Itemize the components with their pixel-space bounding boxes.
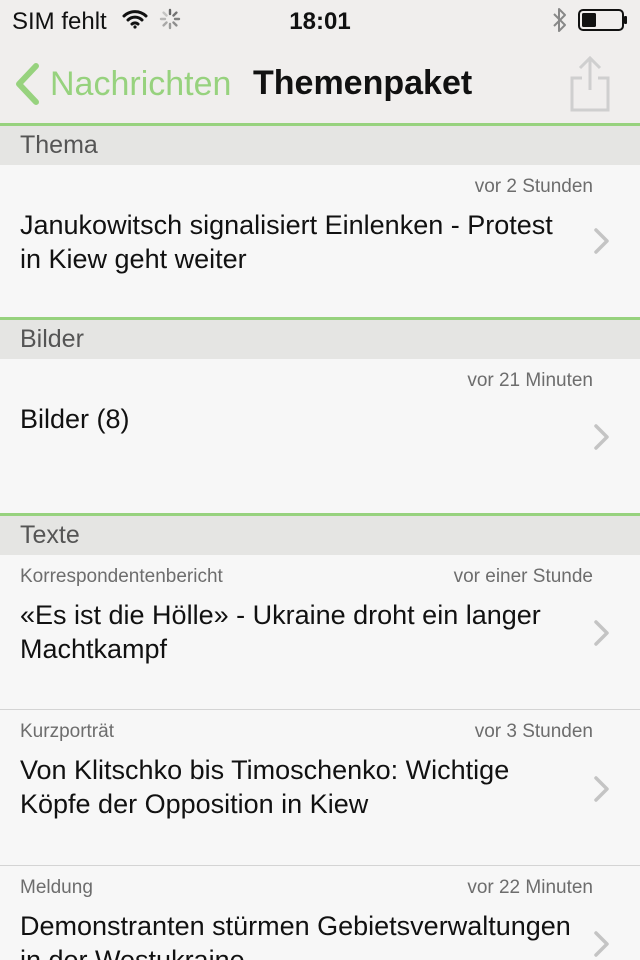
item-category: Kurzporträt [20, 721, 114, 742]
section-header-texte: Texte [0, 516, 640, 555]
item-title: Bilder (8) [20, 404, 130, 434]
list-item[interactable]: Korrespondentenbericht vor einer Stunde … [0, 555, 640, 709]
chevron-left-icon [16, 63, 39, 105]
list-item[interactable]: Kurzporträt vor 3 Stunden Von Klitschko … [0, 710, 640, 865]
navigation-bar: Nachrichten Themenpaket [0, 40, 640, 126]
item-timestamp: vor einer Stunde [453, 566, 593, 587]
list-item[interactable]: vor 21 Minuten Bilder (8) [0, 359, 640, 513]
item-title: «Es ist die Hölle» - Ukraine droht ein l… [20, 600, 541, 664]
chevron-right-icon [594, 620, 609, 646]
item-category: Meldung [20, 877, 93, 898]
item-timestamp: vor 21 Minuten [467, 370, 593, 391]
item-title: Demonstranten stürmen Gebietsverwaltunge… [20, 911, 571, 960]
chevron-right-icon [594, 776, 609, 802]
list-item[interactable]: Meldung vor 22 Minuten Demonstranten stü… [0, 866, 640, 960]
back-button[interactable]: Nachrichten [14, 62, 231, 106]
item-timestamp: vor 22 Minuten [467, 877, 593, 898]
share-icon[interactable] [566, 54, 614, 112]
page-title: Themenpaket [253, 64, 473, 102]
bluetooth-icon [553, 8, 566, 32]
chevron-right-icon [594, 931, 609, 957]
chevron-right-icon [594, 424, 609, 450]
back-button-label: Nachrichten [50, 64, 232, 103]
section-header-bilder: Bilder [0, 320, 640, 359]
status-bar: SIM fehlt 18:01 [0, 0, 640, 40]
top-bar: SIM fehlt 18:01 Nachrichten Themenpaket [0, 0, 640, 126]
item-timestamp: vor 3 Stunden [474, 721, 593, 742]
item-title: Von Klitschko bis Timoschenko: Wichtige … [20, 755, 510, 819]
item-category: Korrespondentenbericht [20, 566, 223, 587]
status-time: 18:01 [289, 8, 351, 35]
section-header-thema: Thema [0, 126, 640, 165]
battery-icon [578, 9, 627, 31]
item-title: Janukowitsch signalisiert Einlenken - Pr… [20, 210, 553, 274]
list-item[interactable]: vor 2 Stunden Janukowitsch signalisiert … [0, 165, 640, 317]
item-timestamp: vor 2 Stunden [474, 176, 593, 197]
chevron-right-icon [594, 228, 609, 254]
